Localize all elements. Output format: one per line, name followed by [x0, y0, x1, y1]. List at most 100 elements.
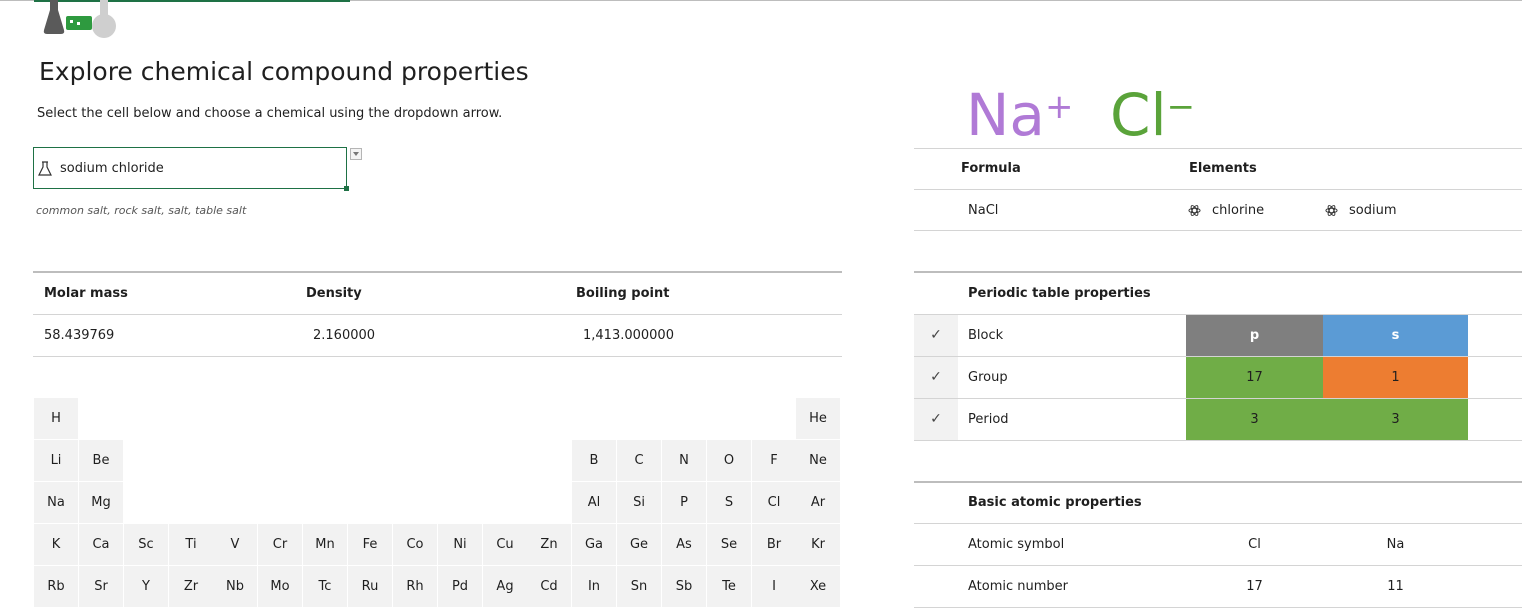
- element-cell-cd[interactable]: Cd: [527, 566, 571, 607]
- molar-mass-header: Molar mass: [44, 286, 128, 301]
- element-cell-n[interactable]: N: [662, 440, 706, 481]
- periodic-properties-title: Periodic table properties: [968, 286, 1151, 301]
- element-cell-sr[interactable]: Sr: [79, 566, 123, 607]
- cation-symbol: Na: [966, 81, 1045, 149]
- element-cell-cr[interactable]: Cr: [258, 524, 302, 565]
- element-chlorine[interactable]: chlorine: [1212, 203, 1264, 218]
- divider: [33, 314, 842, 315]
- molar-mass-value[interactable]: 58.439769: [44, 328, 114, 343]
- atomic-number-value[interactable]: 17: [1186, 566, 1323, 607]
- element-cell-ca[interactable]: Ca: [79, 524, 123, 565]
- chemical-dropdown-arrow[interactable]: [350, 148, 362, 160]
- row-label-atomic-number: Atomic number: [968, 579, 1069, 594]
- element-sodium[interactable]: sodium: [1349, 203, 1397, 218]
- element-cell-sn[interactable]: Sn: [617, 566, 661, 607]
- element-cell-he[interactable]: He: [796, 398, 840, 439]
- element-cell-zr[interactable]: Zr: [169, 566, 213, 607]
- group-value-cell[interactable]: 17: [1186, 357, 1323, 398]
- element-cell-f[interactable]: F: [752, 440, 796, 481]
- element-cell-s[interactable]: S: [707, 482, 751, 523]
- chemical-selector-cell[interactable]: sodium chloride: [33, 147, 349, 191]
- atomic-properties-title: Basic atomic properties: [968, 495, 1142, 510]
- boiling-point-header: Boiling point: [576, 286, 670, 301]
- cation-display: Na+: [966, 86, 1073, 144]
- element-cell-sc[interactable]: Sc: [124, 524, 168, 565]
- element-cell-pd[interactable]: Pd: [438, 566, 482, 607]
- element-cell-k[interactable]: K: [34, 524, 78, 565]
- row-label-group: Group: [968, 370, 1008, 385]
- period-value-cell[interactable]: 3: [1323, 399, 1468, 440]
- element-cell-ar[interactable]: Ar: [796, 482, 840, 523]
- element-cell-li[interactable]: Li: [34, 440, 78, 481]
- element-cell-nb[interactable]: Nb: [213, 566, 257, 607]
- atomic-number-value[interactable]: 11: [1323, 566, 1468, 607]
- atom-icon: [1325, 205, 1338, 216]
- divider: [914, 271, 1522, 273]
- divider: [914, 148, 1522, 149]
- fill-handle[interactable]: [344, 186, 349, 191]
- group-value-cell[interactable]: 1: [1323, 357, 1468, 398]
- element-cell-rb[interactable]: Rb: [34, 566, 78, 607]
- element-cell-na[interactable]: Na: [34, 482, 78, 523]
- element-cell-mn[interactable]: Mn: [303, 524, 347, 565]
- element-cell-ni[interactable]: Ni: [438, 524, 482, 565]
- element-cell-ga[interactable]: Ga: [572, 524, 616, 565]
- element-cell-co[interactable]: Co: [393, 524, 437, 565]
- element-cell-br[interactable]: Br: [752, 524, 796, 565]
- element-cell-tc[interactable]: Tc: [303, 566, 347, 607]
- anion-display: Cl−: [1110, 86, 1195, 144]
- divider: [914, 230, 1522, 231]
- element-cell-be[interactable]: Be: [79, 440, 123, 481]
- atom-icon: [1188, 205, 1201, 216]
- element-cell-mg[interactable]: Mg: [79, 482, 123, 523]
- density-value[interactable]: 2.160000: [313, 328, 375, 343]
- elements-header: Elements: [1189, 161, 1257, 176]
- element-cell-sb[interactable]: Sb: [662, 566, 706, 607]
- block-value-cell[interactable]: p: [1186, 315, 1323, 356]
- element-cell-h[interactable]: H: [34, 398, 78, 439]
- atomic-symbol-value[interactable]: Na: [1323, 524, 1468, 565]
- synonyms-text: common salt, rock salt, salt, table salt: [36, 204, 247, 217]
- element-cell-si[interactable]: Si: [617, 482, 661, 523]
- element-cell-in[interactable]: In: [572, 566, 616, 607]
- check-mark-icon: ✓: [914, 315, 958, 356]
- formula-header: Formula: [961, 161, 1021, 176]
- element-cell-xe[interactable]: Xe: [796, 566, 840, 607]
- element-cell-fe[interactable]: Fe: [348, 524, 392, 565]
- block-value-cell[interactable]: s: [1323, 315, 1468, 356]
- row-label-block: Block: [968, 328, 1004, 343]
- cation-charge: +: [1044, 87, 1074, 127]
- divider: [914, 189, 1522, 190]
- element-cell-ge[interactable]: Ge: [617, 524, 661, 565]
- row-label-period: Period: [968, 412, 1009, 427]
- formula-value[interactable]: NaCl: [968, 203, 998, 218]
- density-header: Density: [306, 286, 362, 301]
- element-cell-ti[interactable]: Ti: [169, 524, 213, 565]
- element-cell-kr[interactable]: Kr: [796, 524, 840, 565]
- element-cell-cl[interactable]: Cl: [752, 482, 796, 523]
- element-cell-ru[interactable]: Ru: [348, 566, 392, 607]
- element-cell-b[interactable]: B: [572, 440, 616, 481]
- element-cell-ag[interactable]: Ag: [483, 566, 527, 607]
- element-cell-zn[interactable]: Zn: [527, 524, 571, 565]
- element-cell-mo[interactable]: Mo: [258, 566, 302, 607]
- element-cell-te[interactable]: Te: [707, 566, 751, 607]
- atomic-symbol-value[interactable]: Cl: [1186, 524, 1323, 565]
- anion-charge: −: [1166, 87, 1196, 127]
- element-cell-cu[interactable]: Cu: [483, 524, 527, 565]
- element-cell-al[interactable]: Al: [572, 482, 616, 523]
- element-cell-se[interactable]: Se: [707, 524, 751, 565]
- element-cell-y[interactable]: Y: [124, 566, 168, 607]
- divider: [914, 481, 1522, 483]
- boiling-point-value[interactable]: 1,413.000000: [583, 328, 674, 343]
- element-cell-p[interactable]: P: [662, 482, 706, 523]
- element-cell-c[interactable]: C: [617, 440, 661, 481]
- divider: [914, 440, 1522, 441]
- element-cell-o[interactable]: O: [707, 440, 751, 481]
- period-value-cell[interactable]: 3: [1186, 399, 1323, 440]
- element-cell-rh[interactable]: Rh: [393, 566, 437, 607]
- element-cell-as[interactable]: As: [662, 524, 706, 565]
- element-cell-ne[interactable]: Ne: [796, 440, 840, 481]
- element-cell-i[interactable]: I: [752, 566, 796, 607]
- element-cell-v[interactable]: V: [213, 524, 257, 565]
